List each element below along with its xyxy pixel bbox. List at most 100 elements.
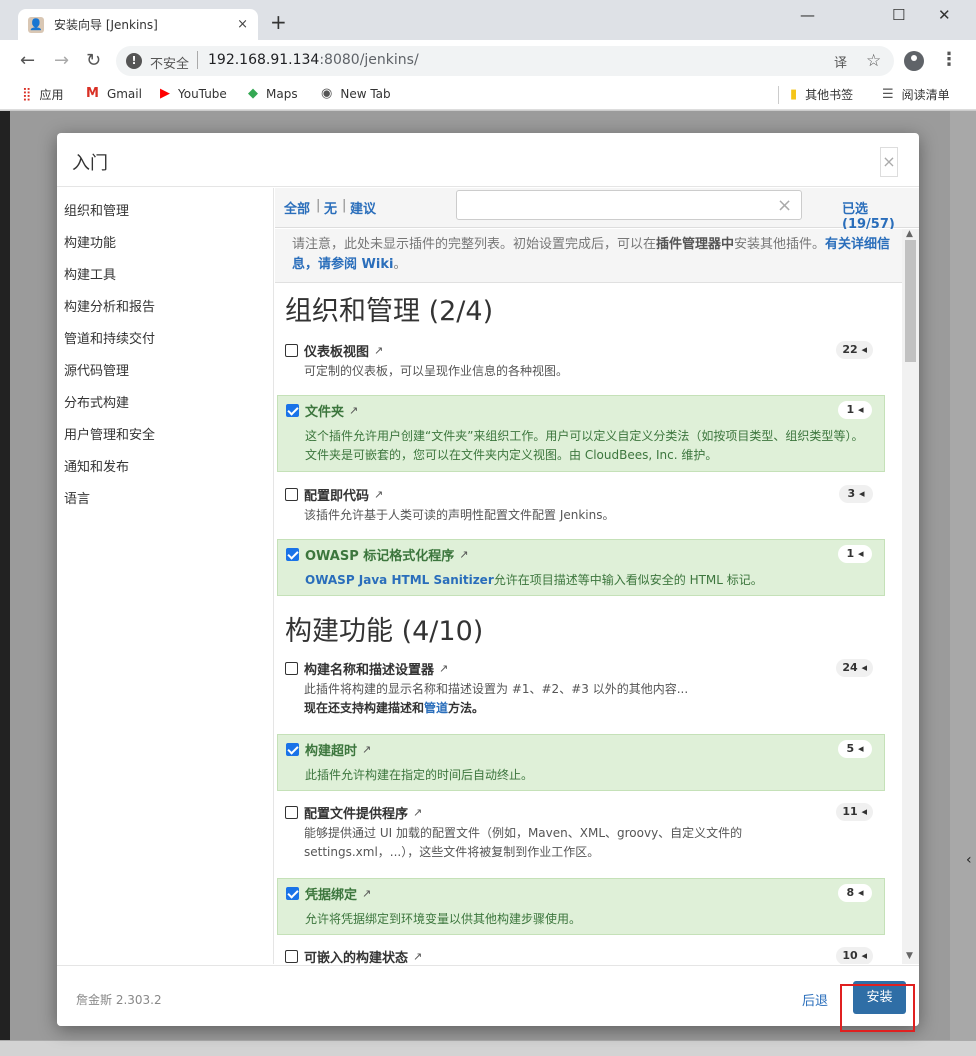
external-link-icon[interactable]: ↗ <box>459 548 468 561</box>
minimize-button[interactable]: — <box>800 6 815 24</box>
dependency-badge[interactable]: 24 ◂ <box>836 659 873 677</box>
select-suggested-link[interactable]: 建议 <box>350 198 376 217</box>
clear-search-icon[interactable]: × <box>777 195 792 216</box>
select-all-link[interactable]: 全部 <box>284 198 310 217</box>
bookmark-gmail[interactable]: M Gmail <box>86 86 142 101</box>
profile-avatar-icon[interactable] <box>904 51 924 71</box>
plugin-description: 允许将凭据绑定到环境变量以供其他构建步骤使用。 <box>305 912 582 926</box>
plugin-name[interactable]: 构建名称和描述设置器 <box>304 659 434 678</box>
sidebar-item-distributed[interactable]: 分布式构建 <box>64 392 129 411</box>
plugin-checkbox[interactable] <box>285 806 298 819</box>
plugin-name[interactable]: 仪表板视图 <box>304 341 369 360</box>
back-button[interactable]: 后退 <box>802 990 828 1009</box>
external-link-icon[interactable]: ↗ <box>349 404 358 417</box>
sidebar-item-security[interactable]: 用户管理和安全 <box>64 424 155 443</box>
external-link-icon[interactable]: ↗ <box>413 950 422 963</box>
plugin-item[interactable]: 凭据绑定 ↗ 8 ◂ 允许将凭据绑定到环境变量以供其他构建步骤使用。 <box>277 878 885 935</box>
plugin-description: 此插件将构建的显示名称和描述设置为 #1、#2、#3 以外的其他内容... 现在… <box>304 680 874 718</box>
warning-icon[interactable]: ! <box>126 53 142 69</box>
dependency-badge[interactable]: 10 ◂ <box>836 947 873 964</box>
tab-close-icon[interactable]: × <box>237 17 248 32</box>
plugin-description: 此插件允许构建在指定的时间后自动终止。 <box>305 768 534 782</box>
url-text[interactable]: 192.168.91.134:8080/jenkins/ <box>208 52 419 68</box>
description-line-2: 现在还支持构建描述和管道方法。 <box>304 699 874 718</box>
browser-menu-icon[interactable]: ⋮ <box>940 49 958 70</box>
insecure-label[interactable]: 不安全 <box>150 53 189 72</box>
plugin-item[interactable]: 可嵌入的构建状态 ↗ 10 ◂ <box>277 942 885 964</box>
sidebar-item-notifications[interactable]: 通知和发布 <box>64 456 129 475</box>
maximize-button[interactable]: ☐ <box>892 6 905 24</box>
dependency-badge[interactable]: 5 ◂ <box>838 740 872 758</box>
sidebar-item-organization[interactable]: 组织和管理 <box>64 200 129 219</box>
sidebar-item-scm[interactable]: 源代码管理 <box>64 360 129 379</box>
plugin-checkbox[interactable] <box>285 662 298 675</box>
selected-count-link[interactable]: 已选(19/57) <box>842 198 919 232</box>
bookmark-star-icon[interactable]: ☆ <box>866 51 881 71</box>
filter-separator: | <box>316 198 321 213</box>
plugin-item[interactable]: 文件夹 ↗ 1 ◂ 这个插件允许用户创建“文件夹”来组织工作。用户可以定义自定义分… <box>277 395 885 472</box>
bookmark-reading-list[interactable]: ☰ 阅读清单 <box>882 86 950 103</box>
external-link-icon[interactable]: ↗ <box>413 806 422 819</box>
scroll-up-arrow-icon[interactable]: ▲ <box>906 229 913 239</box>
external-link-icon[interactable]: ↗ <box>374 344 383 357</box>
plugin-checkbox[interactable] <box>285 950 298 963</box>
dependency-badge[interactable]: 8 ◂ <box>838 884 872 902</box>
bookmark-apps[interactable]: ⣿ 应用 <box>22 86 64 103</box>
plugin-checkbox[interactable] <box>285 488 298 501</box>
back-arrow-icon[interactable]: ← <box>20 50 35 72</box>
pipeline-link[interactable]: 管道 <box>424 701 448 715</box>
bookmark-newtab[interactable]: ◉ New Tab <box>321 86 391 101</box>
chevron-left-icon[interactable]: ‹ <box>966 852 972 868</box>
sidebar-item-languages[interactable]: 语言 <box>64 488 90 507</box>
dialog-close-button[interactable]: × <box>880 147 898 177</box>
plugin-item[interactable]: 仪表板视图 ↗ 22 ◂ 可定制的仪表板，可以呈现作业信息的各种视图。 <box>277 336 885 391</box>
sanitizer-link[interactable]: OWASP Java HTML Sanitizer <box>305 573 494 587</box>
new-tab-button[interactable]: + <box>270 12 287 32</box>
dependency-badge[interactable]: 1 ◂ <box>838 545 872 563</box>
plugin-item[interactable]: 构建超时 ↗ 5 ◂ 此插件允许构建在指定的时间后自动终止。 <box>277 734 885 791</box>
plugin-checkbox[interactable] <box>286 743 299 756</box>
plugin-search-input[interactable] <box>456 190 802 220</box>
bookmark-maps[interactable]: ◆ Maps <box>248 86 298 101</box>
sidebar-item-build-analysis[interactable]: 构建分析和报告 <box>64 296 155 315</box>
select-none-link[interactable]: 无 <box>324 198 337 217</box>
sidebar-item-build-features[interactable]: 构建功能 <box>64 232 116 251</box>
external-link-icon[interactable]: ↗ <box>362 743 371 756</box>
plugin-name[interactable]: OWASP 标记格式化程序 <box>305 545 454 564</box>
plugin-checkbox[interactable] <box>286 887 299 900</box>
plugin-name[interactable]: 可嵌入的构建状态 <box>304 947 408 964</box>
dependency-badge[interactable]: 1 ◂ <box>838 401 872 419</box>
close-window-button[interactable]: ✕ <box>938 6 951 24</box>
translate-icon[interactable]: 译 <box>834 52 847 71</box>
dependency-badge[interactable]: 22 ◂ <box>836 341 873 359</box>
plugin-item[interactable]: 配置即代码 ↗ 3 ◂ 该插件允许基于人类可读的声明性配置文件配置 Jenkins… <box>277 480 885 530</box>
bookmark-youtube[interactable]: ▶ YouTube <box>160 86 227 101</box>
plugin-name[interactable]: 配置文件提供程序 <box>304 803 408 822</box>
external-link-icon[interactable]: ↗ <box>439 662 448 675</box>
dependency-count: 8 <box>846 886 855 899</box>
plugin-checkbox[interactable] <box>286 404 299 417</box>
plugin-checkbox[interactable] <box>286 548 299 561</box>
plugin-item[interactable]: OWASP 标记格式化程序 ↗ 1 ◂ OWASP Java HTML Sanit… <box>277 539 885 596</box>
scrollbar-thumb[interactable] <box>905 240 916 362</box>
dependency-badge[interactable]: 11 ◂ <box>836 803 873 821</box>
plugin-name[interactable]: 凭据绑定 <box>305 884 357 903</box>
external-link-icon[interactable]: ↗ <box>362 887 371 900</box>
plugin-checkbox[interactable] <box>285 344 298 357</box>
dependency-badge[interactable]: 3 ◂ <box>839 485 873 503</box>
category-sidebar: 组织和管理 构建功能 构建工具 构建分析和报告 管道和持续交付 源代码管理 分布… <box>57 188 274 964</box>
bookmark-other[interactable]: ▮ 其他书签 <box>790 86 853 103</box>
plugin-name[interactable]: 配置即代码 <box>304 485 369 504</box>
sidebar-item-pipelines[interactable]: 管道和持续交付 <box>64 328 155 347</box>
plugin-item[interactable]: 配置文件提供程序 ↗ 11 ◂ 能够提供通过 UI 加载的配置文件（例如，Mave… <box>277 798 885 870</box>
sidebar-item-build-tools[interactable]: 构建工具 <box>64 264 116 283</box>
plugin-name[interactable]: 构建超时 <box>305 740 357 759</box>
browser-tab[interactable]: 👤 安装向导 [Jenkins] × <box>18 9 258 40</box>
plugin-name[interactable]: 文件夹 <box>305 401 344 420</box>
plugin-item[interactable]: 构建名称和描述设置器 ↗ 24 ◂ 此插件将构建的显示名称和描述设置为 #1、#2… <box>277 654 885 726</box>
plugin-notice: 请注意，此处未显示插件的完整列表。初始设置完成后，可以在插件管理器中安装其他插件… <box>275 229 902 283</box>
scroll-down-arrow-icon[interactable]: ▼ <box>906 951 913 961</box>
reload-icon[interactable]: ↻ <box>86 50 101 72</box>
forward-arrow-icon[interactable]: → <box>54 50 69 72</box>
external-link-icon[interactable]: ↗ <box>374 488 383 501</box>
